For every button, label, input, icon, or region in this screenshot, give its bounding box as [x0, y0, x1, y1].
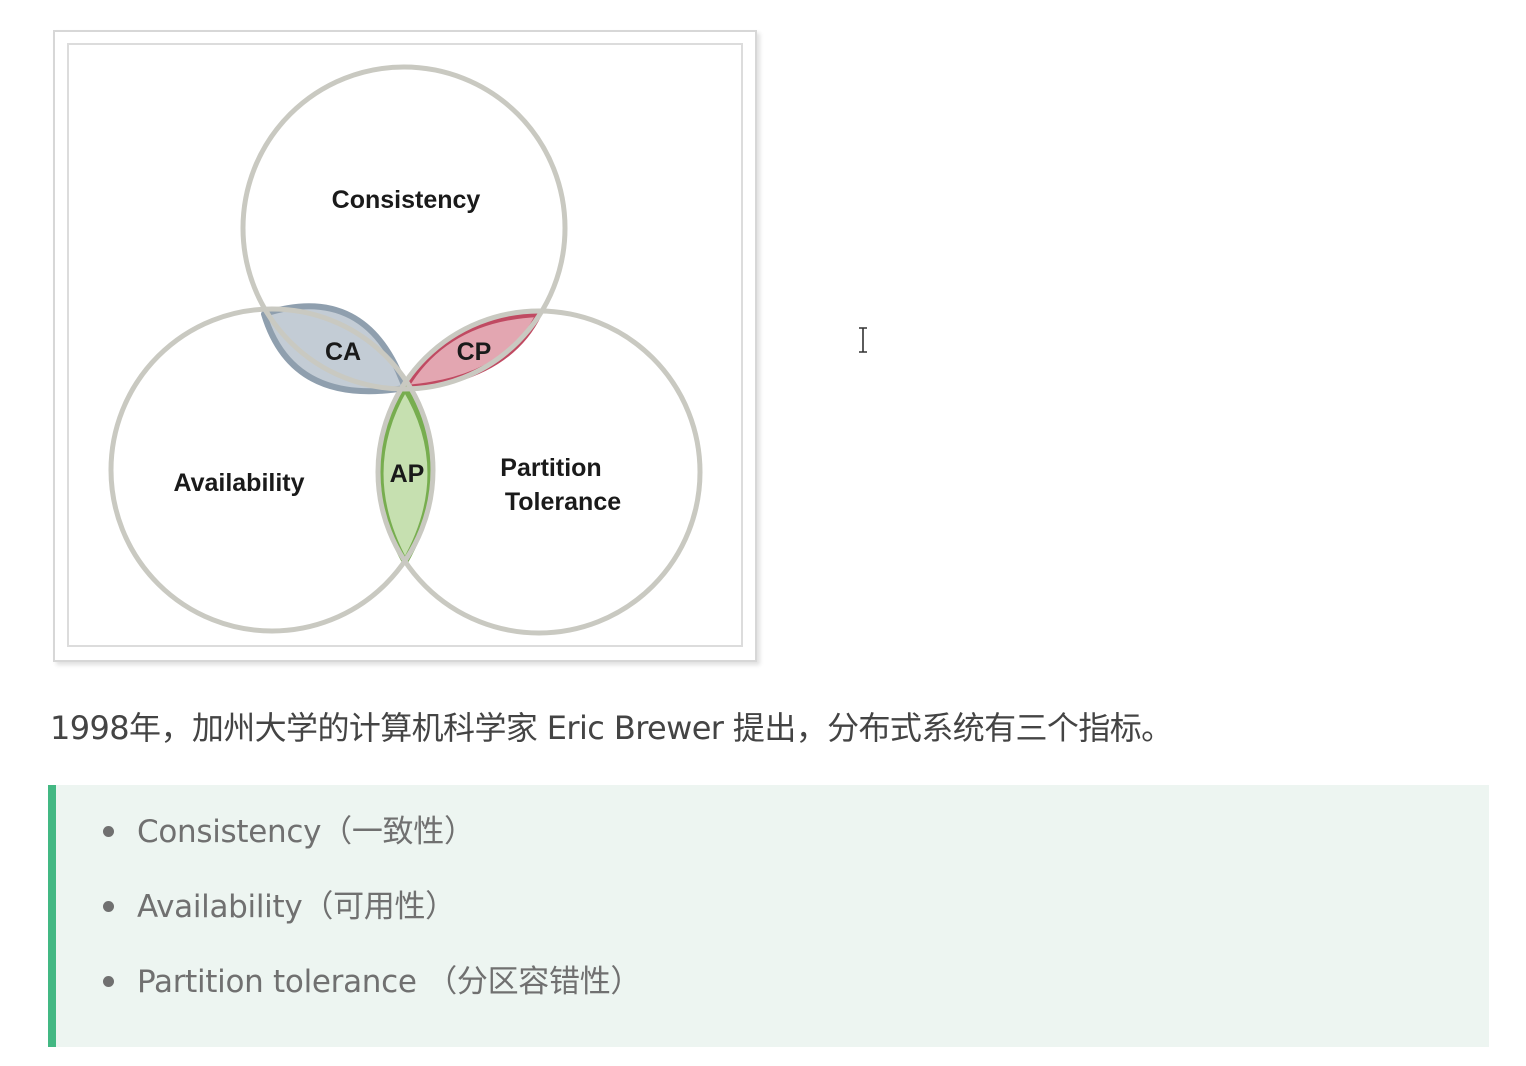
- consistency-label: Consistency: [332, 186, 481, 214]
- consistency-circle: [240, 64, 568, 392]
- list-item-consistency: Consistency（一致性）: [56, 808, 641, 883]
- list-item-label: Consistency（一致性）: [137, 814, 475, 850]
- list-item-availability: Availability（可用性）: [56, 883, 641, 958]
- bullet-icon: [103, 826, 114, 837]
- availability-label: Availability: [173, 469, 304, 497]
- bullet-icon: [103, 901, 114, 912]
- ca-label: CA: [325, 338, 361, 366]
- partition-label-line2: Tolerance: [505, 488, 621, 516]
- text-cursor-icon: [859, 327, 867, 353]
- bullet-icon: [103, 976, 114, 987]
- cap-indicators-blockquote: Consistency（一致性） Availability（可用性） Parti…: [48, 785, 1489, 1047]
- list-item-label: Partition tolerance （分区容错性）: [137, 964, 642, 1000]
- list-item-partition-tolerance: Partition tolerance （分区容错性）: [56, 958, 641, 1033]
- partition-label-line1: Partition: [500, 454, 601, 482]
- cap-venn-diagram: Consistency CA CP AP Availability Partit…: [108, 64, 703, 636]
- cp-label: CP: [457, 338, 492, 366]
- ap-label: AP: [390, 460, 425, 488]
- list-item-label: Availability（可用性）: [137, 889, 456, 925]
- cap-indicators-list: Consistency（一致性） Availability（可用性） Parti…: [56, 808, 641, 1033]
- intro-paragraph: 1998年，加州大学的计算机科学家 Eric Brewer 提出，分布式系统有三…: [50, 709, 1173, 747]
- cap-venn-figure: Consistency CA CP AP Availability Partit…: [53, 30, 757, 662]
